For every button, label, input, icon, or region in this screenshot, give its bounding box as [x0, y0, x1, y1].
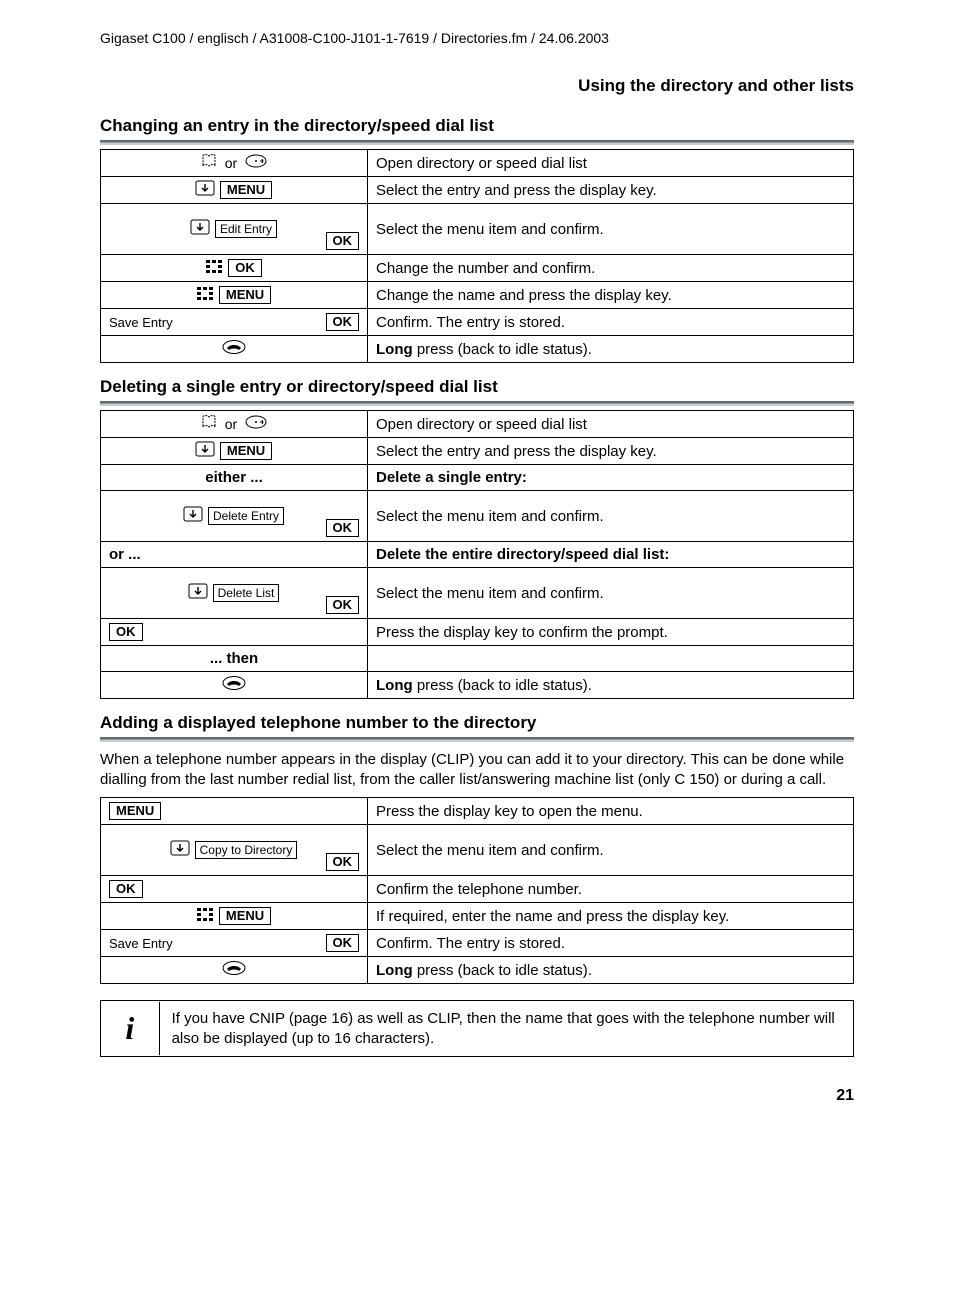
table-adding-number: MENU Press the display key to open the m… [100, 797, 854, 984]
save-entry-label: Save Entry [109, 936, 173, 951]
table-changing-entry: or Open directory or speed dial list MEN… [100, 149, 854, 363]
step-desc: Delete the entire directory/speed dial l… [376, 546, 669, 563]
info-icon: i [101, 1002, 160, 1055]
hangup-key-icon [222, 340, 246, 358]
ok-key: OK [326, 519, 360, 537]
step-desc: Delete a single entry: [376, 469, 527, 486]
step-desc [368, 646, 854, 672]
down-key-icon [189, 584, 207, 602]
menu-key: MENU [220, 181, 272, 199]
copy-to-directory-key: Copy to Directory [195, 841, 298, 859]
keypad-icon [197, 287, 213, 304]
or-label: or ... [109, 546, 141, 563]
step-desc: Long press (back to idle status). [368, 957, 854, 984]
step-desc: Open directory or speed dial list [368, 150, 854, 177]
ok-key: OK [326, 313, 360, 331]
delete-entry-key: Delete Entry [208, 507, 284, 525]
ok-key: OK [228, 259, 262, 277]
or-text: or [223, 416, 239, 432]
menu-key: MENU [219, 907, 271, 925]
step-desc: Select the menu item and confirm. [368, 491, 854, 542]
save-entry-label: Save Entry [109, 315, 173, 330]
dial-key-icon [245, 154, 267, 172]
delete-list-key: Delete List [213, 584, 280, 602]
ok-key: OK [326, 934, 360, 952]
or-text: or [223, 155, 239, 171]
ok-key: OK [326, 596, 360, 614]
step-desc: Select the menu item and confirm. [368, 568, 854, 619]
section2-title: Deleting a single entry or directory/spe… [100, 377, 854, 397]
down-key-icon [171, 841, 189, 859]
ok-key: OK [326, 853, 360, 871]
step-desc: Select the menu item and confirm. [368, 825, 854, 876]
divider [100, 140, 854, 143]
step-desc: Press the display key to confirm the pro… [368, 619, 854, 646]
divider [100, 737, 854, 740]
info-text: If you have CNIP (page 16) as well as CL… [160, 1001, 853, 1056]
step-desc: Confirm. The entry is stored. [368, 309, 854, 336]
step-desc: Select the menu item and confirm. [368, 204, 854, 255]
section3-intro: When a telephone number appears in the d… [100, 750, 854, 789]
step-desc: Select the entry and press the display k… [368, 177, 854, 204]
edit-entry-key: Edit Entry [215, 220, 277, 238]
book-icon [201, 154, 217, 172]
step-desc: Press the display key to open the menu. [368, 798, 854, 825]
step-desc: Long press (back to idle status). [368, 336, 854, 363]
step-desc: Change the name and press the display ke… [368, 282, 854, 309]
step-desc: Change the number and confirm. [368, 255, 854, 282]
step-desc: Confirm. The entry is stored. [368, 930, 854, 957]
either-label: either ... [205, 469, 263, 486]
info-box: i If you have CNIP (page 16) as well as … [100, 1000, 854, 1057]
step-desc: Long press (back to idle status). [368, 672, 854, 699]
dial-key-icon [245, 415, 267, 433]
step-desc: If required, enter the name and press th… [368, 903, 854, 930]
down-key-icon [184, 507, 202, 525]
ok-key: OK [326, 232, 360, 250]
page-number: 21 [100, 1087, 854, 1105]
menu-key: MENU [109, 802, 161, 820]
step-desc: Confirm the telephone number. [368, 876, 854, 903]
doc-path: Gigaset C100 / englisch / A31008-C100-J1… [100, 30, 854, 46]
section1-title: Changing an entry in the directory/speed… [100, 116, 854, 136]
section3-title: Adding a displayed telephone number to t… [100, 713, 854, 733]
keypad-icon [197, 908, 213, 925]
table-deleting-entry: or Open directory or speed dial list MEN… [100, 410, 854, 699]
step-desc: Open directory or speed dial list [368, 411, 854, 438]
down-key-icon [191, 220, 209, 238]
menu-key: MENU [220, 442, 272, 460]
then-label: ... then [210, 650, 258, 667]
down-key-icon [196, 442, 214, 460]
ok-key: OK [109, 623, 143, 641]
hangup-key-icon [222, 961, 246, 979]
ok-key: OK [109, 880, 143, 898]
divider [100, 401, 854, 404]
step-desc: Select the entry and press the display k… [368, 438, 854, 465]
section-breadcrumb: Using the directory and other lists [100, 76, 854, 96]
hangup-key-icon [222, 676, 246, 694]
keypad-icon [206, 260, 222, 277]
down-key-icon [196, 181, 214, 199]
book-icon [201, 415, 217, 433]
menu-key: MENU [219, 286, 271, 304]
